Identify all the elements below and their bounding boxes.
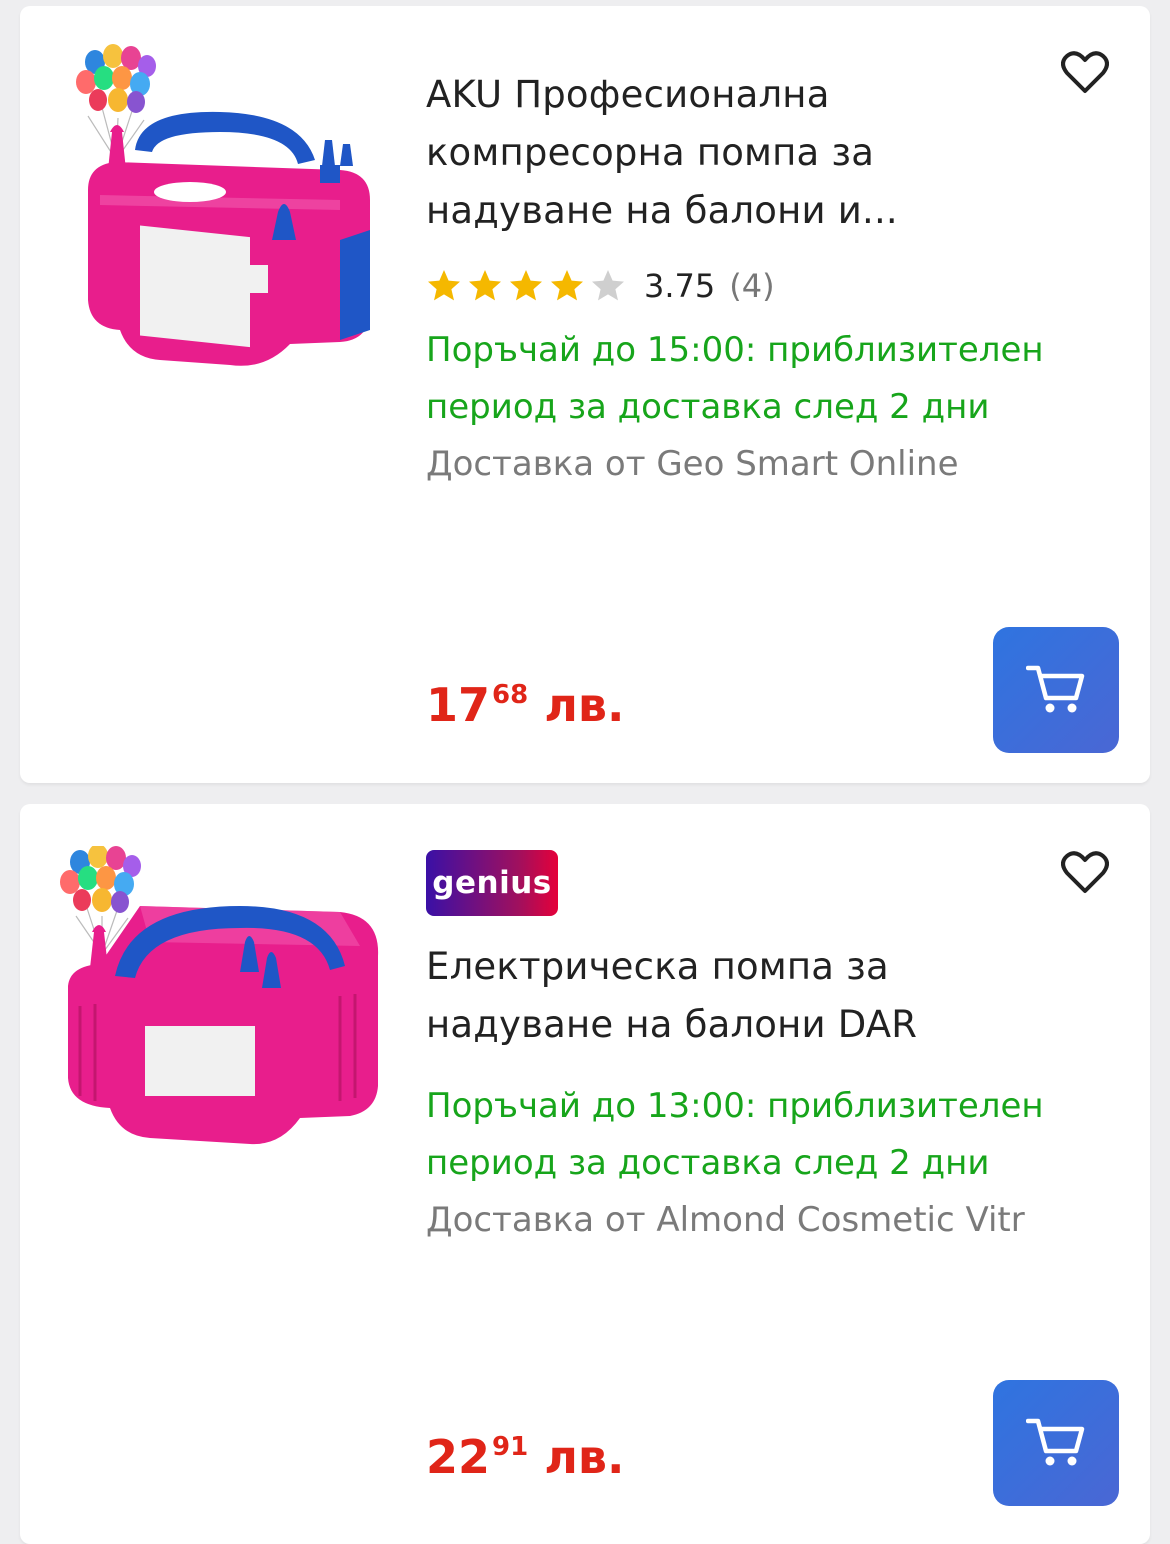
price-currency: лв.: [528, 1430, 625, 1484]
price-main: 22: [426, 1430, 491, 1484]
add-to-cart-button[interactable]: [993, 1380, 1119, 1506]
price-main: 17: [426, 678, 491, 732]
seller-info: Доставка от Geo Smart Online: [426, 444, 959, 484]
delivery-estimate: Поръчай до 15:00: приблизителен период з…: [426, 330, 1044, 427]
product-image[interactable]: [40, 844, 385, 1186]
price-currency: лв.: [528, 678, 625, 732]
product-title[interactable]: Електрическа помпа за надуване на балони…: [426, 938, 1066, 1054]
star-filled-icon: [428, 270, 460, 301]
rating-value: 3.75: [644, 267, 716, 305]
heart-outline-icon: [1061, 851, 1109, 893]
favorite-button[interactable]: [1060, 48, 1110, 98]
star-empty-icon: [592, 270, 624, 301]
product-rating: 3.75 (4): [426, 266, 1066, 306]
price-cents: 91: [492, 1432, 529, 1462]
delivery-estimate: Поръчай до 13:00: приблизителен период з…: [426, 1086, 1044, 1183]
star-filled-icon: [510, 270, 542, 301]
star-filled-icon: [551, 270, 583, 301]
product-price: 1768 лв.: [426, 670, 625, 730]
favorite-button[interactable]: [1060, 848, 1110, 898]
price-cents: 68: [492, 680, 529, 710]
product-card[interactable]: AKU Професионална компресорна помпа за н…: [20, 6, 1150, 783]
heart-outline-icon: [1061, 51, 1109, 93]
product-price: 2291 лв.: [426, 1422, 625, 1482]
rating-stars: [426, 268, 626, 304]
cart-icon: [1026, 665, 1085, 713]
product-card[interactable]: genius Електрическа помпа за надуване на…: [20, 804, 1150, 1544]
star-filled-icon: [469, 270, 501, 301]
genius-badge: genius: [426, 850, 558, 916]
product-image[interactable]: [40, 40, 385, 380]
cart-icon: [1026, 1418, 1085, 1466]
seller-info: Доставка от Almond Cosmetic Vitr: [426, 1200, 1025, 1240]
rating-count: (4): [729, 267, 775, 305]
add-to-cart-button[interactable]: [993, 627, 1119, 753]
product-title[interactable]: AKU Професионална компресорна помпа за н…: [426, 66, 1066, 240]
